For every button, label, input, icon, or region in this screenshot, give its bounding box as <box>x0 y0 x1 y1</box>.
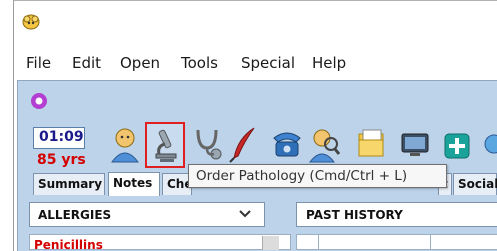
tab-social-label: Social <box>458 177 497 191</box>
menu-tools[interactable]: Tools <box>181 54 218 72</box>
grid-divider <box>318 234 319 250</box>
tab-summary[interactable]: Summary <box>33 173 105 195</box>
add-icon[interactable] <box>440 124 474 164</box>
tab-social[interactable]: Social <box>453 173 497 195</box>
patient-icon[interactable] <box>108 124 142 164</box>
allergy-item[interactable]: Penicillins <box>34 238 103 250</box>
telephone-icon[interactable] <box>270 124 304 164</box>
screen-image-icon[interactable] <box>398 124 432 164</box>
allergy-scrollbar[interactable] <box>262 236 279 250</box>
menu-file[interactable]: File <box>26 54 51 72</box>
menu-edit[interactable]: Edit <box>72 54 101 72</box>
partial-toolbar-icon[interactable] <box>480 124 497 164</box>
tab-summary-label: Summary <box>38 177 103 191</box>
patient-search-icon[interactable] <box>307 124 341 164</box>
menu-open[interactable]: Open <box>120 54 160 72</box>
chevron-down-icon[interactable] <box>238 208 252 220</box>
tab-notes[interactable]: Notes <box>108 172 160 196</box>
inner-app-icon <box>31 93 47 109</box>
menu-help[interactable]: Help <box>312 54 346 72</box>
tab-notes-label: Notes <box>113 176 153 190</box>
tooltip-text: Order Pathology (Cmd/Ctrl + L) <box>196 168 408 184</box>
app-logo-icon <box>22 14 40 30</box>
microscope-icon <box>155 129 177 162</box>
documents-folder-icon[interactable] <box>355 124 389 164</box>
menu-bar: File Edit Open Tools Special Help <box>14 48 497 78</box>
grid-divider <box>430 234 431 250</box>
patient-age: 85 yrs <box>37 152 86 168</box>
menu-special[interactable]: Special <box>241 54 295 72</box>
order-pathology-button[interactable] <box>145 122 185 168</box>
past-history-grid <box>296 234 497 250</box>
past-history-title: PAST HISTORY <box>306 208 403 222</box>
allergies-title: ALLERGIES <box>38 208 112 222</box>
consult-timer: 01:09 <box>39 129 84 145</box>
quill-pen-icon[interactable] <box>226 124 260 164</box>
stethoscope-icon[interactable] <box>190 124 224 164</box>
